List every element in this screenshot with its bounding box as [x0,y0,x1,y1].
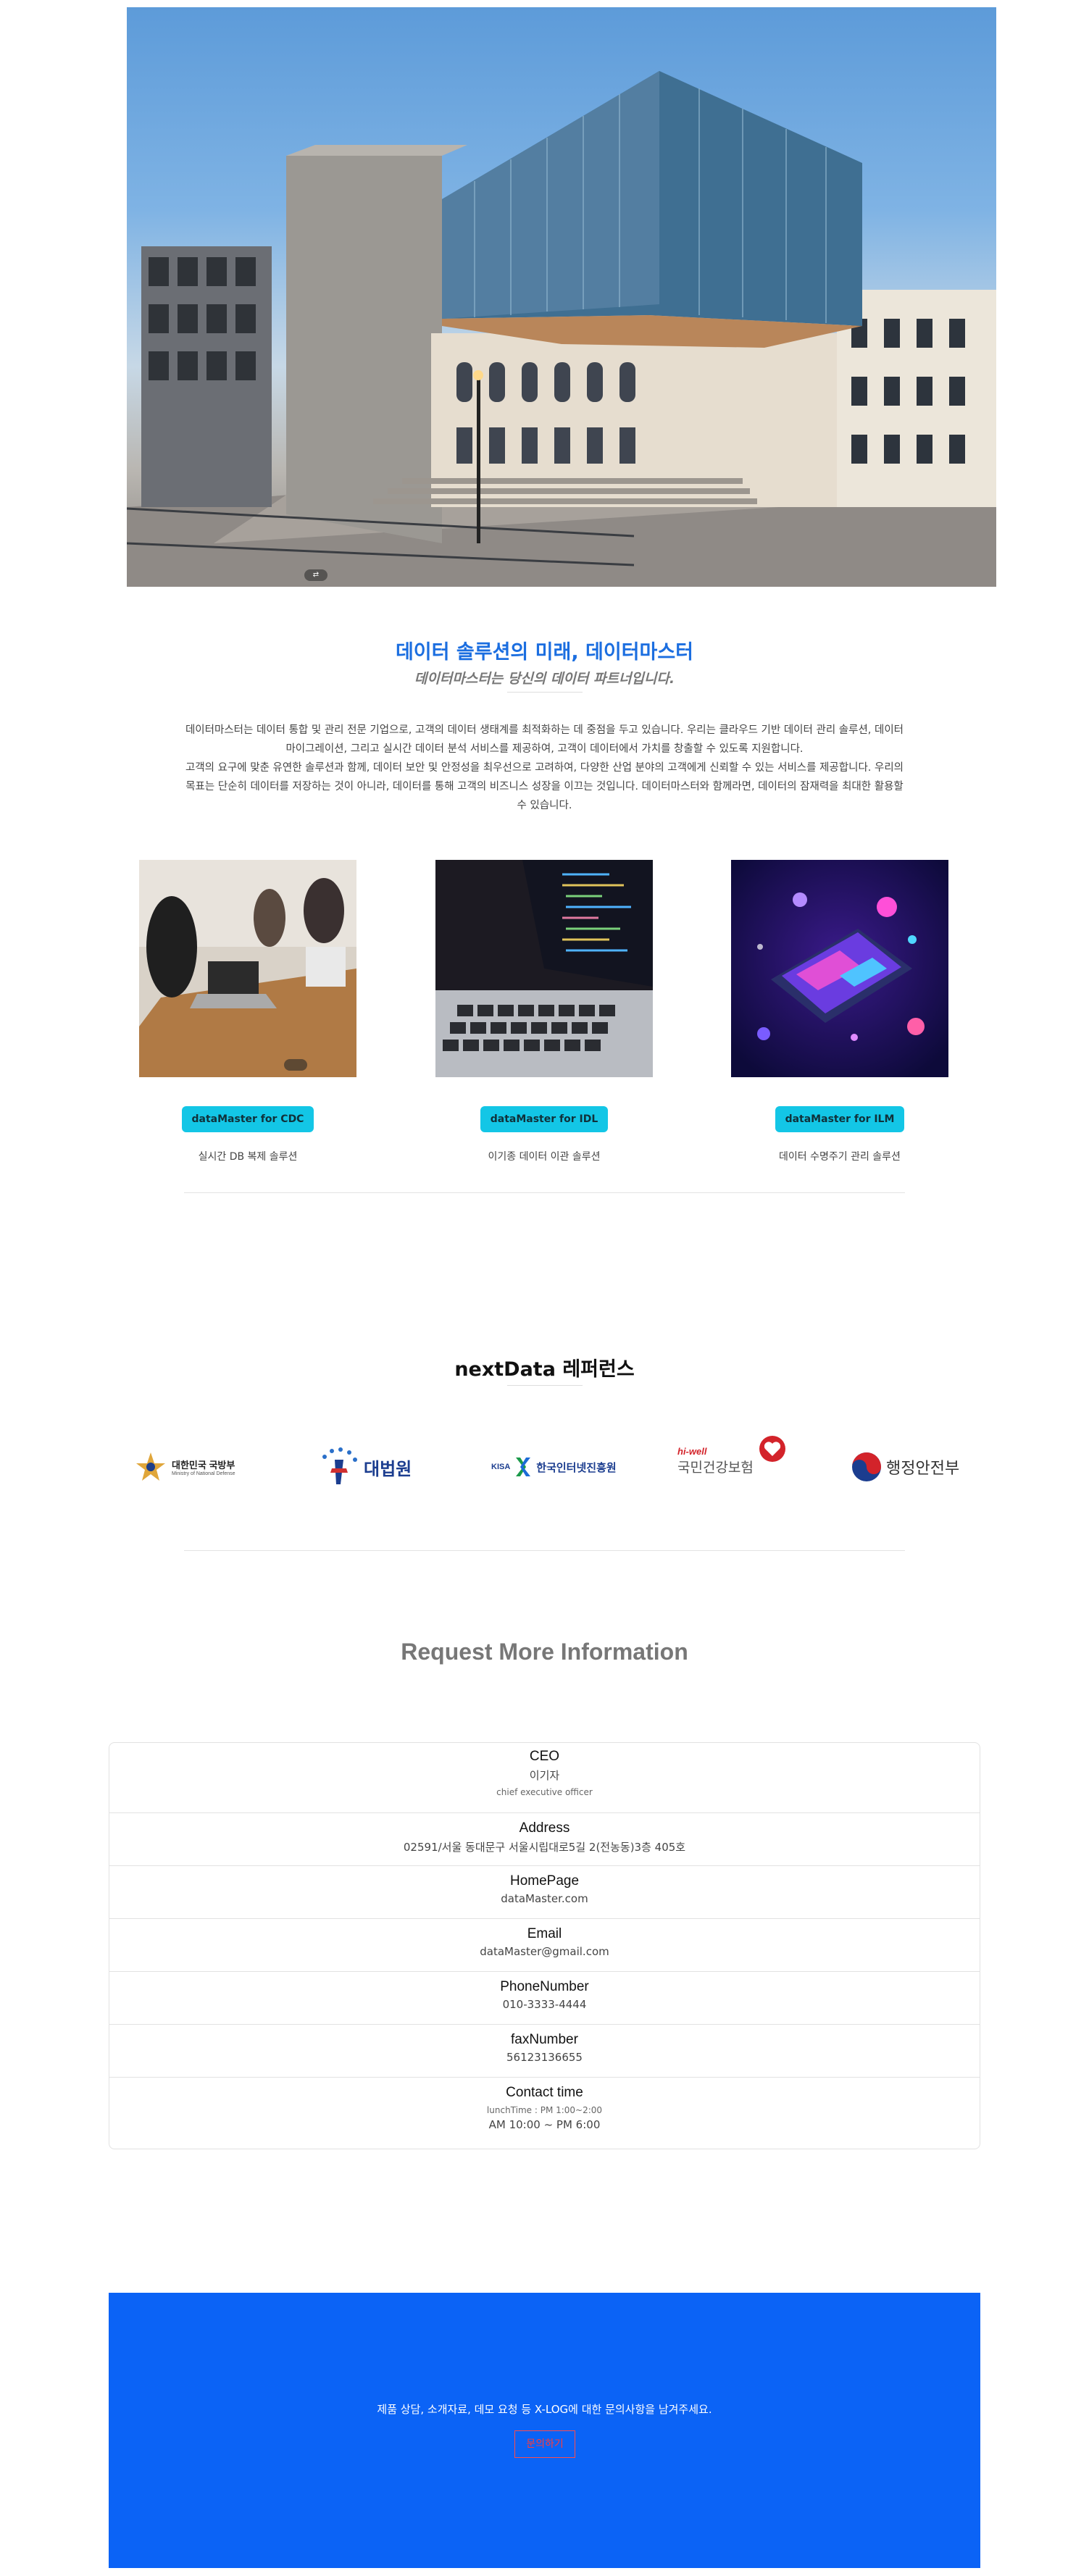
info-row-email: Email dataMaster@gmail.com [109,1919,980,1972]
product-image-isometric-phone [731,860,948,1077]
address-label: Address [519,1820,570,1836]
logo-nhis: hi-well 국민건강보험 [677,1436,787,1486]
product-card-ilm: dataMaster for ILM 데이터 수명주기 관리 솔루션 [731,860,948,1163]
title-divider [507,1385,583,1386]
info-row-contact-time: Contact time lunchTime : PM 1:00~2:00 AM… [109,2078,980,2149]
mnd-emblem-icon [136,1452,165,1481]
hero-image: ⇄ [127,7,996,587]
request-title: Request More Information [401,1639,688,1665]
product-desc-cdc: 실시간 DB 복제 솔루션 [198,1151,298,1163]
intro-body: 데이터마스터는 데이터 통합 및 관리 전문 기업으로, 고객의 데이터 생태계… [130,721,959,815]
info-row-ceo: CEO 이기자 chief executive officer [109,1743,980,1813]
intro-line: 목표는 단순히 데이터를 저장하는 것이 아니라, 데이터를 통해 고객의 비즈… [185,781,904,793]
phone-value: 010-3333-4444 [502,1998,587,2011]
inquiry-button[interactable]: 문의하기 [514,2430,575,2458]
section-divider [184,1550,905,1551]
logo-kisa-text: 한국인터넷진흥원 [536,1461,617,1474]
fax-value: 56123136655 [506,2051,583,2064]
kisa-mark-icon [516,1458,531,1476]
logo-supreme-court: 대법원 [319,1442,412,1492]
product-desc-ilm: 데이터 수명주기 관리 솔루션 [779,1151,901,1163]
info-row-fax: faxNumber 56123136655 [109,2025,980,2078]
intro-subtitle: 데이터마스터는 당신의 데이터 파트너입니다. [414,671,675,687]
title-divider [507,692,583,693]
product-image-laptop [435,860,653,1077]
intro-line: 마이그레이션, 그리고 실시간 데이터 분석 서비스를 제공하여, 고객이 데이… [285,743,804,755]
product-button-cdc[interactable]: dataMaster for CDC [181,1106,314,1132]
inquiry-banner: 제품 상담, 소개자료, 데모 요청 등 X-LOG에 대한 문의사항을 남겨주… [109,2293,980,2568]
building-illustration [127,71,996,587]
logo-mois-text: 행정안전부 [886,1459,960,1477]
logo-kisa: KISA 한국인터넷진흥원 [491,1442,617,1492]
product-image-office [139,860,356,1077]
product-button-idl[interactable]: dataMaster for IDL [480,1106,609,1132]
contact-time-label: Contact time [506,2085,583,2100]
product-card-cdc: dataMaster for CDC 실시간 DB 복제 솔루션 [139,860,356,1163]
intro-title: 데이터 솔루션의 미래, 데이터마스터 [395,641,694,664]
slider-indicator-icon[interactable]: ⇄ [304,569,327,581]
references-title: nextData 레퍼런스 [454,1358,635,1381]
intro-line: 데이터마스터는 데이터 통합 및 관리 전문 기업으로, 고객의 데이터 생태계… [185,724,904,736]
fax-label: faxNumber [511,2032,578,2047]
logo-nhis-text: hi-well 국민건강보험 [677,1446,754,1476]
homepage-label: HomePage [509,1873,580,1889]
logo-supreme-court-text: 대법원 [364,1459,412,1479]
office-hours: AM 10:00 ~ PM 6:00 [488,2118,601,2131]
contact-info-table: CEO 이기자 chief executive officer Address … [109,1742,980,2149]
ceo-label: CEO [529,1749,560,1764]
heart-icon [759,1436,785,1462]
ceo-value: 이기자 [529,1769,560,1782]
info-row-homepage: HomePage dataMaster.com [109,1866,980,1919]
intro-line: 수 있습니다. [517,800,572,811]
intro-line: 고객의 요구에 맞춘 유연한 솔루션과 함께, 데이터 보안 및 안정성을 최우… [185,762,904,774]
inquiry-message: 제품 상담, 소개자료, 데모 요청 등 X-LOG에 대한 문의사항을 남겨주… [377,2403,712,2416]
lunch-time: lunchTime : PM 1:00~2:00 [486,2105,603,2115]
info-row-phone: PhoneNumber 010-3333-4444 [109,1972,980,2025]
email-value[interactable]: dataMaster@gmail.com [109,1945,980,1958]
logo-mois: 행정안전부 [851,1442,959,1492]
product-button-ilm[interactable]: dataMaster for ILM [775,1106,905,1132]
section-divider [184,1192,905,1193]
homepage-value[interactable]: dataMaster.com [109,1892,980,1905]
ceo-sub: chief executive officer [496,1787,593,1797]
phone-label: PhoneNumber [500,1979,589,1994]
logo-mnd-text: 대한민국 국방부 Ministry of National Defense [172,1460,235,1476]
taegeuk-icon [852,1452,881,1481]
info-row-address: Address 02591/서울 동대문구 서울시립대로5길 2(전농동)3층 … [109,1813,980,1866]
product-card-idl: dataMaster for IDL 이기종 데이터 이관 솔루션 [435,860,653,1163]
product-desc-idl: 이기종 데이터 이관 솔루션 [488,1151,601,1163]
logo-mnd: 대한민국 국방부 Ministry of National Defense [134,1442,235,1492]
supreme-court-emblem-icon [322,1447,357,1484]
email-label: Email [527,1926,562,1941]
logo-kisa-prefix: KISA [491,1463,511,1471]
address-value: 02591/서울 동대문구 서울시립대로5길 2(전농동)3층 405호 [403,1841,686,1854]
